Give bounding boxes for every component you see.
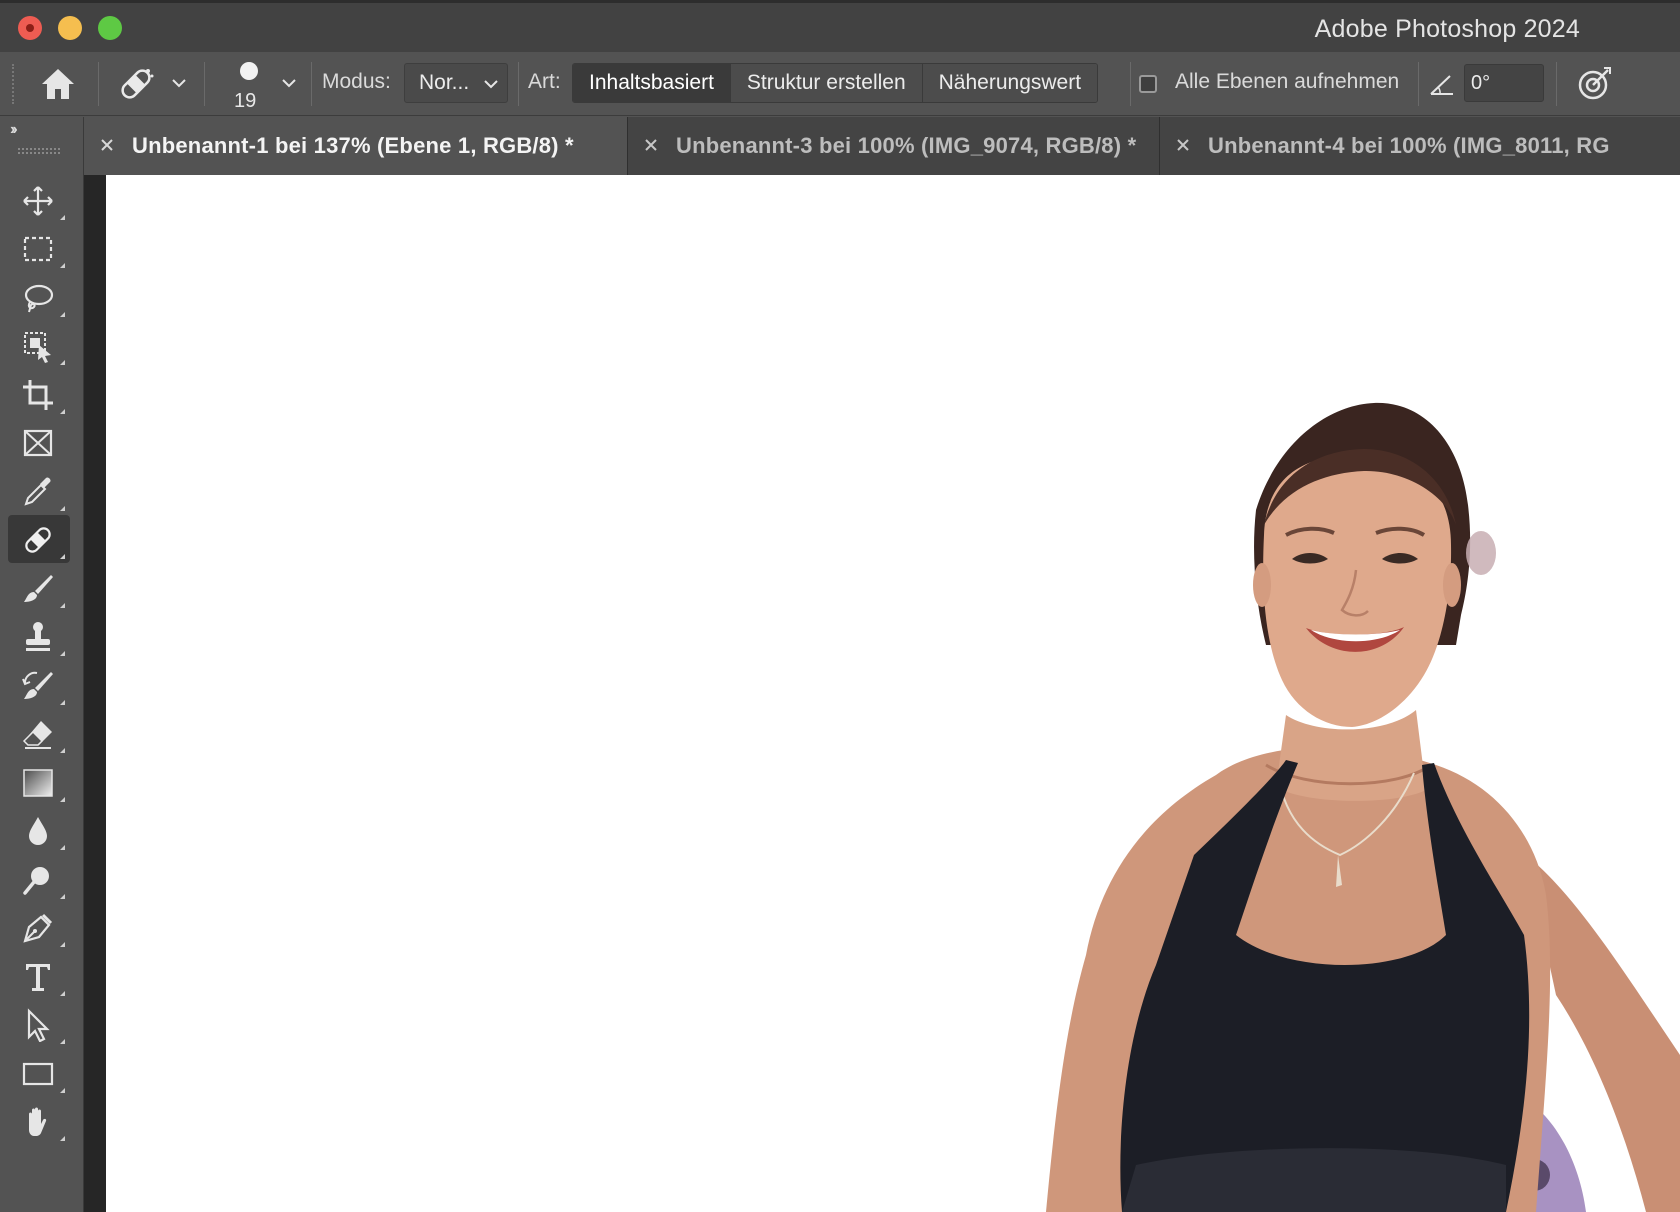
options-bar: 19 Modus: Nor... Art: Inhaltsbasiert Str… [0, 52, 1680, 116]
move-icon [23, 186, 53, 216]
history-brush-icon [22, 671, 53, 699]
chevron-down-icon[interactable] [280, 76, 298, 90]
options-bar-grip[interactable] [12, 64, 15, 104]
arrow-icon [27, 1008, 50, 1042]
type-option-create-texture[interactable]: Struktur erstellen [730, 64, 923, 102]
type-option-proximity-match[interactable]: Näherungswert [922, 64, 1098, 102]
angle-icon [1430, 75, 1453, 95]
spot-healing-brush-tool[interactable] [8, 515, 70, 563]
photo-woman-cutout [1046, 402, 1680, 1212]
object-selection-tool[interactable] [8, 321, 70, 369]
workspace [84, 175, 1680, 1212]
lasso-tool[interactable] [8, 273, 70, 321]
separator [204, 62, 205, 106]
hand-tool[interactable] [8, 1097, 70, 1145]
rectangular-marquee-tool[interactable] [8, 224, 70, 272]
lasso-icon [24, 284, 54, 313]
mode-select[interactable]: Nor... [404, 63, 508, 103]
brush-size: 19 [234, 90, 257, 112]
separator [1556, 62, 1557, 106]
blur-tool[interactable] [8, 806, 70, 854]
minimize-window-button[interactable] [58, 16, 82, 40]
document-canvas[interactable] [106, 175, 1680, 1212]
document-tab-bar: Unbenannt-1 bei 137% (Ebene 1, RGB/8) * … [84, 117, 1680, 175]
close-icon[interactable] [640, 134, 662, 156]
drop-icon [29, 817, 47, 845]
angle-input[interactable]: 0° [1464, 64, 1544, 102]
eraser-tool[interactable] [8, 709, 70, 757]
frame-tool[interactable] [8, 418, 70, 466]
dodge-tool[interactable] [8, 855, 70, 903]
clone-stamp-tool[interactable] [8, 612, 70, 660]
app-title: Adobe Photoshop 2024 [1314, 15, 1580, 43]
object-selection-icon [24, 332, 51, 363]
pen-tool[interactable] [8, 903, 70, 951]
rectangle-icon [22, 1062, 54, 1086]
collapse-panel-icon[interactable]: ›› [10, 121, 17, 139]
brush-preview[interactable] [240, 62, 258, 80]
brush-tool[interactable] [8, 564, 70, 612]
separator [98, 62, 99, 106]
document-tab-label: Unbenannt-1 bei 137% (Ebene 1, RGB/8) * [132, 133, 574, 158]
eyedropper-icon [24, 477, 51, 506]
home-icon[interactable] [38, 64, 78, 104]
title-bar: Adobe Photoshop 2024 [0, 0, 1680, 52]
document-tab-4[interactable]: Unbenannt-4 bei 100% (IMG_8011, RG [1160, 117, 1680, 175]
type-icon [26, 964, 50, 991]
dodge-icon [23, 867, 49, 895]
separator [1130, 62, 1131, 106]
pen-icon [23, 913, 53, 943]
marquee-icon [23, 236, 53, 262]
gradient-tool[interactable] [8, 758, 70, 806]
stamp-icon [26, 622, 50, 651]
type-label: Art: [528, 70, 561, 93]
eyedropper-tool[interactable] [8, 467, 70, 515]
mode-label: Modus: [322, 70, 391, 93]
type-tool[interactable] [8, 952, 70, 1000]
crop-tool[interactable] [8, 370, 70, 418]
close-icon[interactable] [96, 134, 118, 156]
separator [1418, 62, 1419, 106]
document-tab-label: Unbenannt-4 bei 100% (IMG_8011, RG [1208, 133, 1610, 158]
hand-icon [29, 1107, 47, 1136]
close-window-button[interactable] [18, 16, 42, 40]
pressure-target-icon[interactable] [1574, 64, 1614, 104]
tool-panel: ›› [0, 117, 84, 1212]
bandage-icon [25, 527, 51, 553]
history-brush-tool[interactable] [8, 661, 70, 709]
mode-value: Nor... [419, 71, 470, 94]
path-selection-tool[interactable] [8, 1000, 70, 1048]
move-tool[interactable] [8, 176, 70, 224]
type-segmented-control: Inhaltsbasiert Struktur erstellen Näheru… [572, 63, 1099, 103]
eraser-icon [22, 721, 52, 749]
type-option-content-aware[interactable]: Inhaltsbasiert [573, 64, 731, 102]
sample-all-layers-label: Alle Ebenen aufnehmen [1175, 70, 1400, 93]
document-tab-label: Unbenannt-3 bei 100% (IMG_9074, RGB/8) * [676, 133, 1137, 158]
chevron-down-icon [484, 80, 498, 89]
sample-all-layers-checkbox[interactable] [1139, 75, 1157, 93]
separator [518, 62, 519, 106]
tool-panel-grip[interactable] [18, 148, 60, 154]
zoom-window-button[interactable] [98, 16, 122, 40]
crop-icon [23, 380, 53, 410]
brush-icon [24, 575, 53, 602]
gradient-icon [23, 769, 53, 797]
chevron-down-icon[interactable] [170, 76, 188, 90]
bandage-icon[interactable] [114, 62, 158, 106]
document-tab-1[interactable]: Unbenannt-1 bei 137% (Ebene 1, RGB/8) * [84, 117, 628, 175]
close-icon[interactable] [1172, 134, 1194, 156]
document-tab-3[interactable]: Unbenannt-3 bei 100% (IMG_9074, RGB/8) * [628, 117, 1160, 175]
rectangle-tool[interactable] [8, 1049, 70, 1097]
separator [311, 62, 312, 106]
frame-icon [23, 429, 53, 457]
